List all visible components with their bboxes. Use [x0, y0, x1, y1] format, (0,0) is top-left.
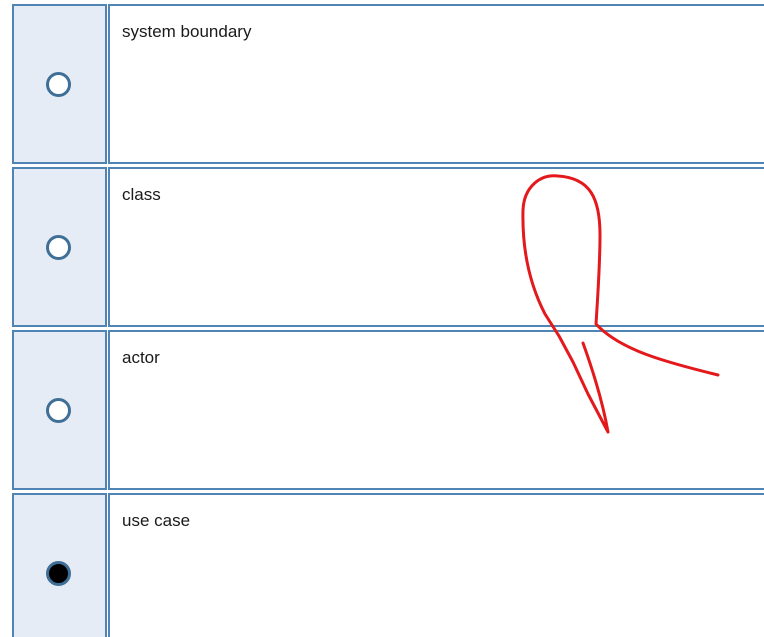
option-label: actor [122, 348, 160, 367]
radio-cell[interactable] [12, 493, 107, 637]
radio-cell[interactable] [12, 330, 107, 490]
radio-cell[interactable] [12, 4, 107, 164]
radio-button-system-boundary[interactable] [46, 72, 71, 97]
answer-cell[interactable]: class [108, 167, 764, 327]
answer-cell[interactable]: use case [108, 493, 764, 637]
option-row-actor: actor [12, 330, 764, 490]
option-label: class [122, 185, 161, 204]
option-row-use-case: use case [12, 493, 764, 637]
radio-button-actor[interactable] [46, 398, 71, 423]
option-row-system-boundary: system boundary [12, 4, 764, 164]
answer-options-table: system boundary class actor use case [12, 4, 764, 637]
option-row-class: class [12, 167, 764, 327]
radio-button-use-case[interactable] [46, 561, 71, 586]
radio-cell[interactable] [12, 167, 107, 327]
quiz-canvas: system boundary class actor use case [0, 0, 764, 637]
option-label: use case [122, 511, 191, 530]
answer-cell[interactable]: system boundary [108, 4, 764, 164]
radio-button-class[interactable] [46, 235, 71, 260]
option-label: system boundary [122, 22, 252, 41]
answer-cell[interactable]: actor [108, 330, 764, 490]
